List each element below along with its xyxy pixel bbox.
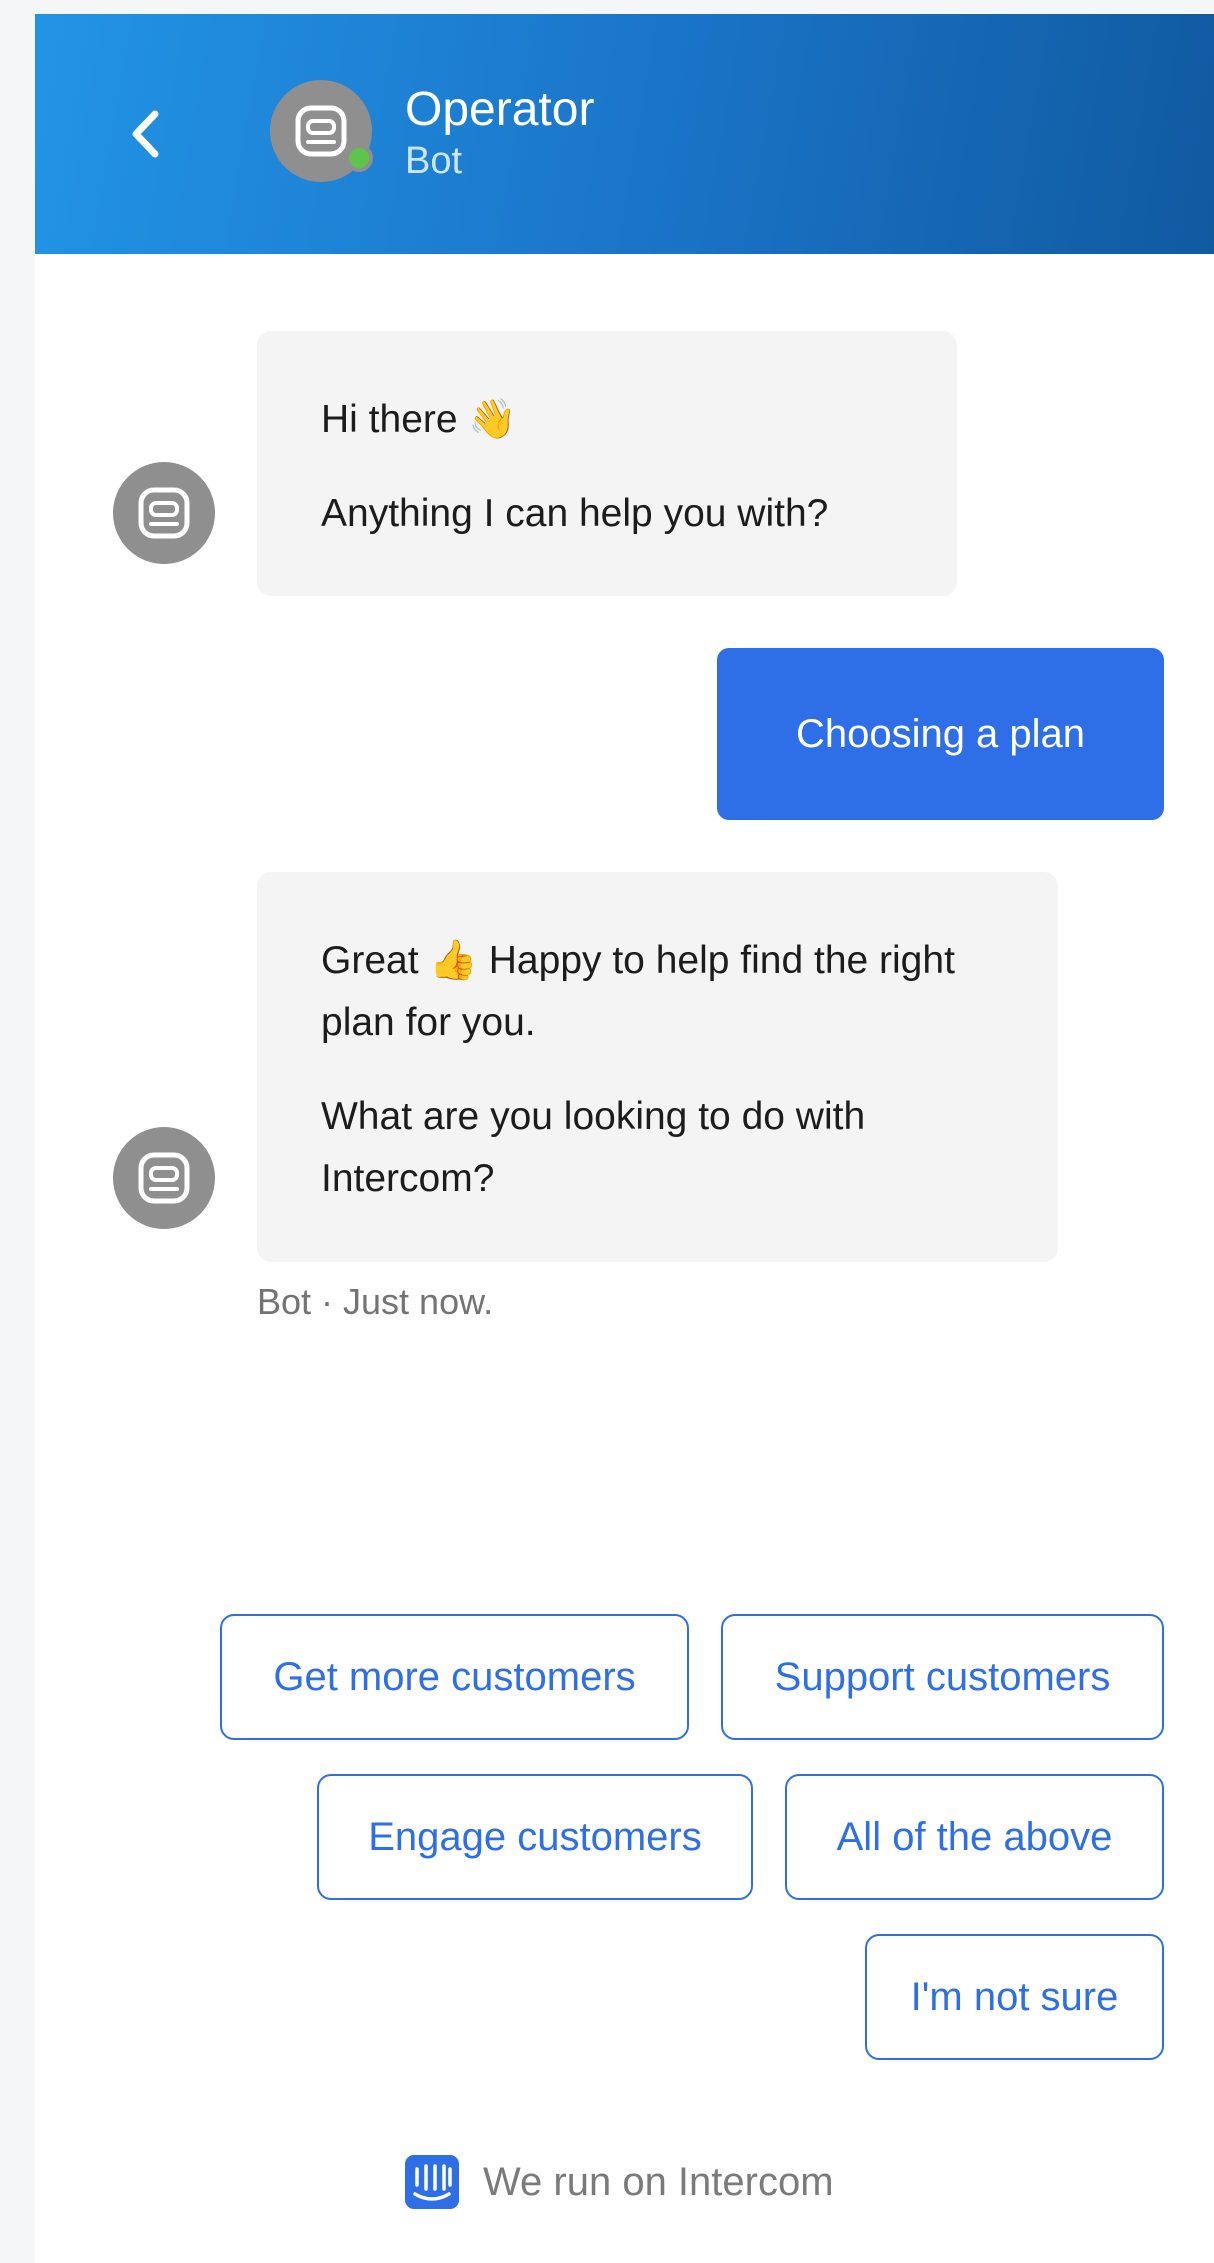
back-button[interactable] xyxy=(120,104,170,164)
operator-name: Operator xyxy=(405,83,595,136)
chevron-left-icon xyxy=(132,110,159,158)
bot-avatar xyxy=(113,1127,215,1229)
footer-text: We run on Intercom xyxy=(483,2159,834,2204)
bot-icon xyxy=(138,1152,190,1204)
intercom-logo-icon xyxy=(405,2155,459,2209)
message-text: Choosing a plan xyxy=(795,711,1086,756)
conversation-header: Operator Bot xyxy=(35,14,1214,254)
quick-reply-not-sure[interactable]: I'm not sure xyxy=(865,1934,1164,2060)
bot-icon xyxy=(295,105,347,157)
messenger-panel: Operator Bot Hi there 👋 Anything I can h… xyxy=(35,14,1214,2263)
quick-reply-support-customers[interactable]: Support customers xyxy=(721,1614,1164,1740)
message-line: What are you looking to do with Intercom… xyxy=(321,1095,866,1200)
online-status-dot xyxy=(345,144,373,172)
user-message-bubble: Choosing a plan xyxy=(717,648,1164,820)
bot-avatar xyxy=(113,462,215,564)
message-line: Great 👍 Happy to help find the right pla… xyxy=(321,939,955,1044)
bot-message-bubble: Hi there 👋 Anything I can help you with? xyxy=(257,331,957,596)
quick-reply-all-of-the-above[interactable]: All of the above xyxy=(785,1774,1164,1900)
message-line: Hi there 👋 xyxy=(321,398,517,441)
bot-message-bubble: Great 👍 Happy to help find the right pla… xyxy=(257,872,1058,1262)
message-meta: Bot · Just now. xyxy=(257,1281,494,1322)
quick-reply-engage-customers[interactable]: Engage customers xyxy=(317,1774,753,1900)
bot-icon xyxy=(138,487,190,539)
message-line: Anything I can help you with? xyxy=(321,492,829,535)
quick-reply-get-more-customers[interactable]: Get more customers xyxy=(220,1614,689,1740)
powered-by-footer[interactable]: We run on Intercom xyxy=(405,2154,834,2210)
operator-role: Bot xyxy=(405,140,463,182)
